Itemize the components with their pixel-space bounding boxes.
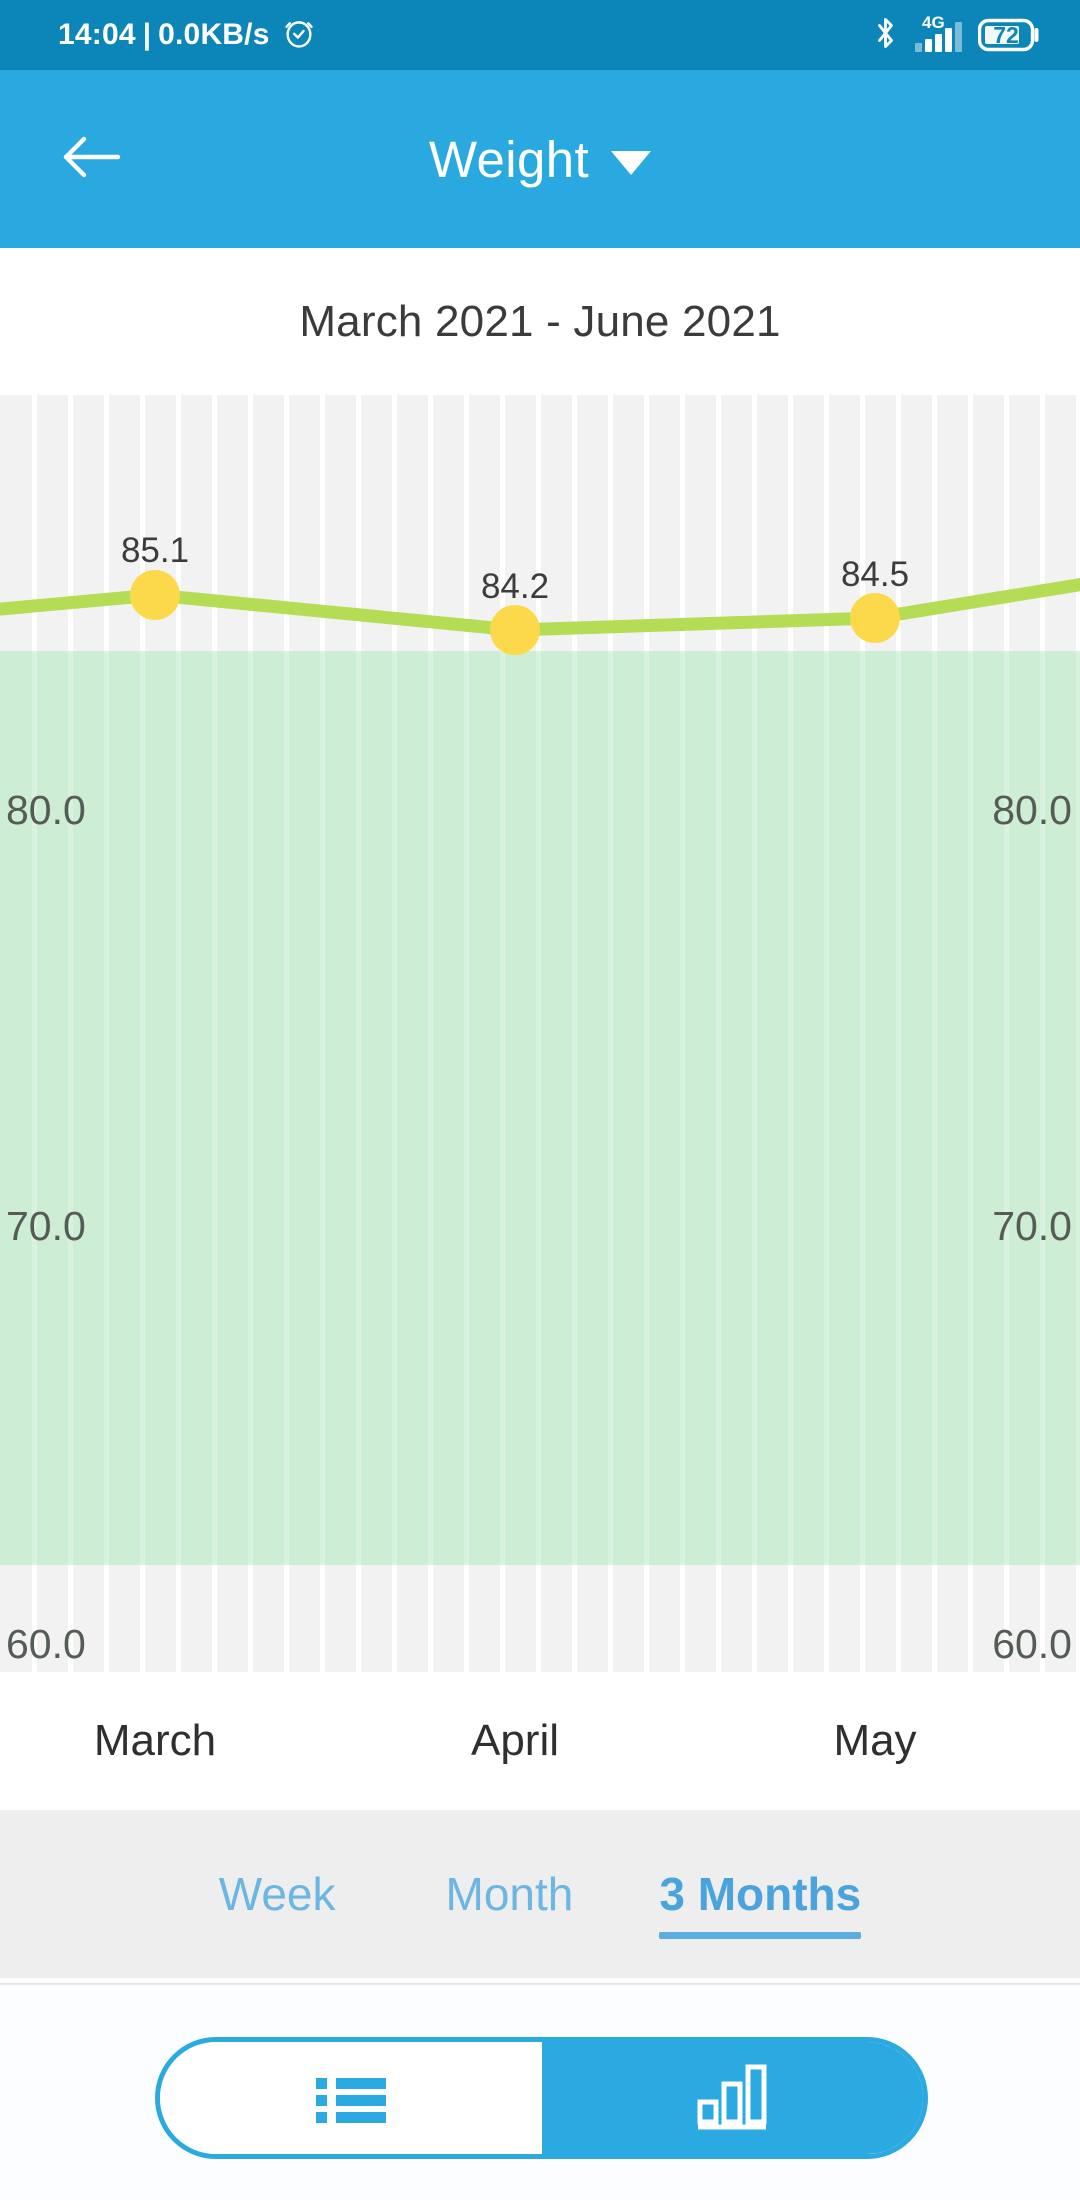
month-label: May xyxy=(833,1716,917,1765)
date-range-text: March 2021 - June 2021 xyxy=(299,296,781,346)
list-view-button[interactable] xyxy=(160,2042,542,2154)
alarm-clock-icon xyxy=(282,16,316,55)
active-tab-underline xyxy=(659,1932,862,1939)
bluetooth-icon xyxy=(872,15,899,56)
bar-chart-icon xyxy=(693,2060,771,2137)
tab-month[interactable]: Month xyxy=(416,1867,604,1921)
range-tab-bar: Week Month 3 Months xyxy=(0,1810,1080,1978)
data-point xyxy=(130,570,180,620)
list-view-icon xyxy=(312,2066,390,2131)
tab-three-months-label: 3 Months xyxy=(659,1868,862,1920)
weight-line-chart[interactable]: 85.1 84.2 84.5 80.0 80.0 70.0 70.0 60.0 … xyxy=(0,395,1080,1672)
bottom-bar xyxy=(0,1983,1080,2200)
data-point-label: 84.5 xyxy=(840,555,910,594)
caret-down-icon xyxy=(611,151,652,175)
status-time: 14:04 xyxy=(58,18,136,51)
chart-view-button[interactable] xyxy=(541,2042,923,2154)
status-bar-right: 4G 72 xyxy=(872,14,1054,56)
status-separator: | xyxy=(142,18,152,51)
battery-level-label: 72 xyxy=(993,21,1019,48)
data-point-label: 85.1 xyxy=(120,531,190,570)
status-bar: 14:04 | 0.0KB/s 4G 72 xyxy=(0,0,1080,70)
network-type-label: 4G xyxy=(922,13,945,32)
data-point xyxy=(850,593,900,643)
month-label: April xyxy=(470,1716,560,1765)
tab-week-label: Week xyxy=(218,1868,336,1920)
status-bar-left: 14:04 | 0.0KB/s xyxy=(58,16,316,55)
data-point xyxy=(490,605,540,655)
network-speed: 0.0KB/s xyxy=(158,18,270,51)
y-axis-label-right: 80.0 xyxy=(992,787,1072,833)
data-point-label: 84.2 xyxy=(480,567,550,606)
x-axis-month-labels: March April May xyxy=(0,1672,1080,1810)
tab-three-months[interactable]: 3 Months xyxy=(629,1867,891,1939)
y-axis-label-left: 70.0 xyxy=(6,1203,86,1249)
battery-icon: 72 xyxy=(978,18,1040,52)
month-label: March xyxy=(93,1716,217,1765)
page-title-dropdown[interactable]: Weight xyxy=(0,70,1080,248)
tab-month-label: Month xyxy=(445,1868,574,1920)
page-title: Weight xyxy=(428,130,590,188)
y-axis-label-left: 80.0 xyxy=(6,787,86,833)
y-axis-label-left: 60.0 xyxy=(6,1621,86,1667)
y-axis-label-right: 60.0 xyxy=(992,1621,1072,1667)
signal-bars-icon: 4G xyxy=(915,14,962,52)
y-axis-label-right: 70.0 xyxy=(992,1203,1072,1249)
date-range-header: March 2021 - June 2021 xyxy=(0,248,1080,395)
app-bar: Weight xyxy=(0,70,1080,248)
tab-week[interactable]: Week xyxy=(189,1867,366,1921)
view-mode-toggle xyxy=(155,2037,928,2159)
